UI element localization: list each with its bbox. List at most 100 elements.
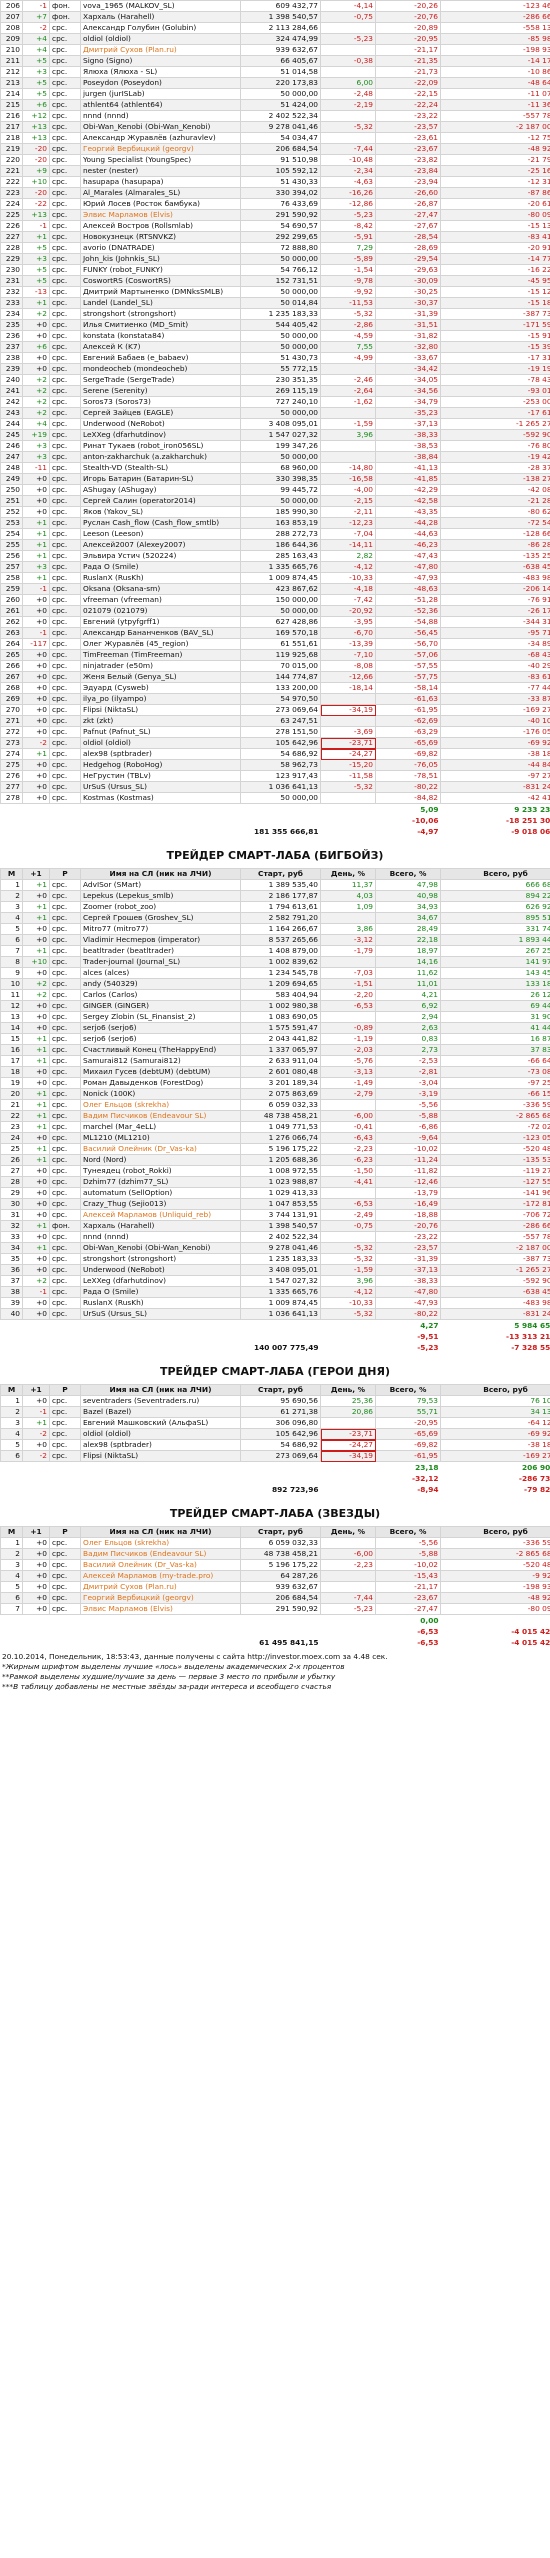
total-percent: -47,80	[375, 561, 441, 573]
rank-change: +9	[22, 165, 50, 177]
summary-percent: 4,27	[375, 1319, 441, 1331]
rank-change: +0	[22, 1066, 50, 1078]
start-capital: 3 408 095,01	[240, 1264, 321, 1276]
table-row: 3 +1 срс. Zoomer (robot_zoo) 1 794 613,61 1,0…	[0, 901, 550, 913]
rank: 3	[0, 1559, 23, 1571]
total-percent: -10,02	[375, 1559, 441, 1571]
rank-change: +0	[22, 715, 50, 727]
total-rub: 76 106,07	[440, 1395, 550, 1407]
start-capital: 169 570,18	[240, 627, 321, 639]
total-percent: -21,17	[375, 44, 441, 56]
rank-change: +0	[22, 671, 50, 683]
rank-change: +1	[22, 517, 50, 529]
total-rub: -176 053,22	[440, 726, 550, 738]
trader-name: seventraders (Seventraders.ru)	[80, 1395, 241, 1407]
day-percent: -2,23	[320, 1559, 376, 1571]
start-capital: 133 200,00	[240, 682, 321, 694]
day-percent: -1,54	[320, 264, 376, 276]
start-capital: 583 404,94	[240, 989, 321, 1001]
total-percent: -2,53	[375, 1055, 441, 1067]
table-row: 273 -2 срс. oldiol (oldiol) 105 642,96 -23,71…	[0, 737, 550, 749]
table-row: 31 +0 срс. Алексей Марламов (Unliquid_reb) 3…	[0, 1209, 550, 1221]
total-rub: -78 434,60	[440, 374, 550, 386]
total-rub: -520 487,10	[440, 1559, 550, 1571]
table-row: 267 +0 срс. Женя Белый (Genya_SL) 144 774,87…	[0, 671, 550, 683]
total-percent: -11,82	[375, 1165, 441, 1177]
trader-name: vfreeman (vfreeman)	[80, 594, 241, 606]
summary-percent: -5,23	[375, 1342, 441, 1353]
start-capital: 51 424,00	[240, 99, 321, 111]
total-rub: -15 133,06	[440, 220, 550, 232]
start-capital: 50 000,00	[240, 253, 321, 265]
rank: 18	[0, 1066, 23, 1078]
total-rub: -123 050,45	[440, 1132, 550, 1144]
rank: 258	[0, 572, 23, 584]
total-percent: -10,02	[375, 1143, 441, 1155]
rank-change: +5	[22, 242, 50, 254]
account-type: срс.	[49, 715, 81, 727]
start-capital: 1 389 535,40	[240, 879, 321, 891]
rank: 1	[0, 879, 23, 891]
rank: 250	[0, 484, 23, 496]
account-type: срс.	[49, 934, 81, 946]
trader-name: Алексей Марламов (my-trade.pro)	[80, 1570, 241, 1582]
start-capital: 273 069,64	[240, 1450, 321, 1462]
rank-change: +1	[22, 879, 50, 891]
day-percent	[320, 363, 376, 375]
rank: 266	[0, 660, 23, 672]
rank-change: +1	[22, 1110, 50, 1122]
day-percent	[320, 451, 376, 463]
total-percent: -32,80	[375, 341, 441, 353]
total-percent: 11,01	[375, 978, 441, 990]
start-capital: 2 043 441,82	[240, 1033, 321, 1045]
rank-change: -117	[22, 638, 50, 650]
day-percent: -2,79	[320, 1088, 376, 1100]
day-percent: -23,71	[320, 1428, 376, 1440]
table-row: 211 +5 срс. Signo (Signo) 66 405,67 -0,38 -21,…	[0, 55, 550, 67]
total-rub: -336 590,21	[440, 1099, 550, 1111]
spacer	[320, 1319, 376, 1331]
rank: 241	[0, 385, 23, 397]
account-type: срс.	[49, 1077, 81, 1089]
rank-change: +2	[22, 385, 50, 397]
total-percent: -48,63	[375, 583, 441, 595]
total-rub: -83 412,11	[440, 231, 550, 243]
rank: 13	[0, 1011, 23, 1023]
account-type: срс.	[49, 912, 81, 924]
total-rub: -336 590,21	[440, 1537, 550, 1549]
rank-change: +0	[22, 682, 50, 694]
rank-change: +3	[22, 253, 50, 265]
table-row: 234 +2 срс. strongshort (strongshort) 1 235 …	[0, 308, 550, 320]
day-percent: -2,15	[320, 495, 376, 507]
account-type: срс.	[49, 1055, 81, 1067]
total-percent: 4,21	[375, 989, 441, 1001]
start-capital: 61 551,61	[240, 638, 321, 650]
trader-name: oldiol (oldiol)	[80, 737, 241, 749]
rank-change: +1	[22, 1242, 50, 1254]
total-percent: -6,86	[375, 1121, 441, 1133]
summary-rub: -18 251 309,21	[440, 815, 550, 826]
rank-change: +0	[22, 1537, 50, 1549]
rank-change: +3	[22, 451, 50, 463]
total-rub: -198 939,61	[440, 1581, 550, 1593]
start-capital: 105 642,96	[240, 1428, 321, 1440]
start-capital: 292 299,65	[240, 231, 321, 243]
rank: 211	[0, 55, 23, 67]
rank-change: +1	[22, 1055, 50, 1067]
trader-name: Георгий Вербицкий (georgv)	[80, 143, 241, 155]
header-change: +1	[22, 868, 50, 880]
rank: 257	[0, 561, 23, 573]
total-rub: -171 597,20	[440, 319, 550, 331]
rank: 244	[0, 418, 23, 430]
summary-percent: 23,18	[375, 1461, 441, 1473]
table-row: 29 +0 срс. automatum (SellOption) 1 029 413,…	[0, 1187, 550, 1199]
summary-row: -32,12-286 732,22	[0, 1473, 550, 1484]
total-percent: -27,47	[375, 1603, 441, 1615]
account-type: срс.	[49, 286, 81, 298]
rank: 21	[0, 1099, 23, 1111]
block1: 206 -1 фон. vova_1965 (MALKOV_SL) 609 432,77…	[0, 0, 550, 837]
day-percent	[320, 407, 376, 419]
table-row: 2 -1 срс. Bazel (Bazel) 61 271,38 20,86 55,71 3…	[0, 1406, 550, 1418]
rank-change: -1	[22, 220, 50, 232]
rank: 234	[0, 308, 23, 320]
